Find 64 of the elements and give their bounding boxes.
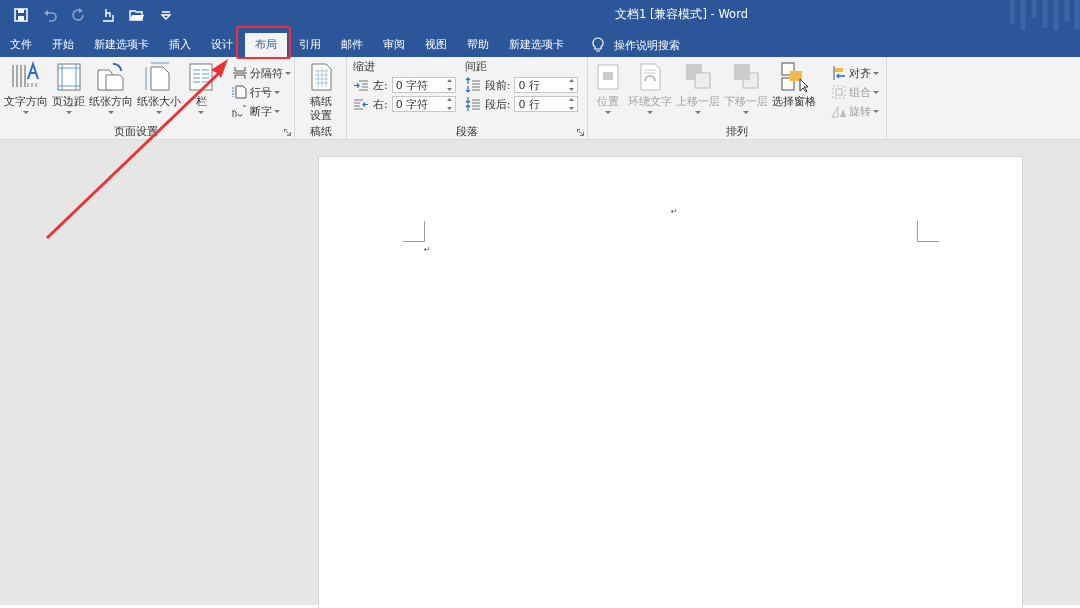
hand-icon[interactable] [100,7,116,23]
group-label: 段落 [456,125,478,139]
ribbon-tab[interactable]: 引用 [289,33,331,57]
spin-arrows-icon [569,78,575,92]
ribbon-button[interactable]: 页边距 [50,60,87,115]
spin-field[interactable]: 0 字符 [391,77,456,93]
lightbulb-icon[interactable] [592,37,604,53]
group-label: 稿纸 [309,125,332,139]
spacing-after-icon [464,96,481,112]
align-icon [831,65,847,81]
indent-right-icon [353,96,369,112]
ribbon-button[interactable]: 对齐 [831,65,879,81]
ribbon-tab[interactable]: 帮助 [457,33,499,57]
dialog-launcher-icon[interactable] [577,129,584,136]
ribbon-button[interactable]: 断字 [232,103,291,119]
tell-me-search[interactable]: 操作说明搜索 [614,37,680,53]
folder-icon[interactable] [129,7,145,23]
field-label: 左: [373,77,388,93]
window-title: 文档1 [兼容模式] - Word [615,7,748,22]
ribbon-tab[interactable]: 布局 [245,33,287,57]
ribbon-tab[interactable]: 视图 [415,33,457,57]
ribbon-tab[interactable]: 文件 [0,33,42,57]
line-numbers-icon [232,84,248,100]
field-label: 段前: [484,77,511,93]
save-icon[interactable] [13,7,29,23]
indent-left-icon [353,77,369,93]
ribbon-button[interactable]: 选择窗格 [770,60,818,108]
group-label: 页面设置 [114,125,158,139]
paragraph-mark: ↵ [424,245,431,254]
paragraph-mark: ↵ [671,207,678,216]
ribbon-tab[interactable]: 新建选项卡 [499,33,574,57]
spin-field[interactable]: 0 行 [514,96,579,112]
ribbon-button[interactable]: 分隔符 [232,65,291,81]
ribbon-tab[interactable]: 邮件 [331,33,373,57]
ribbon-button[interactable]: 纸张方向 [87,60,135,115]
field-label: 右: [373,96,388,112]
ribbon-button[interactable]: 行号 [232,84,291,100]
ribbon-tab[interactable]: 新建选项卡 [84,33,159,57]
margin-corner-mark [917,221,939,242]
dialog-launcher-icon[interactable] [284,129,291,136]
spin-field[interactable]: 0 行 [514,77,579,93]
ribbon-tab[interactable]: 插入 [159,33,201,57]
hyphenation-icon [232,103,248,119]
spin-field[interactable]: 0 字符 [391,96,456,112]
page-orientation-icon [95,61,127,93]
selection-pane-icon [778,61,810,93]
field-label: 段后: [484,96,511,112]
group-icon [831,84,847,100]
margin-corner-mark [403,221,425,242]
ribbon-button[interactable]: 文字方向 [2,60,50,115]
breaks-icon [232,65,248,81]
ribbon-button[interactable]: 稿纸设置 [297,60,345,122]
group-label: 排列 [726,125,748,139]
ribbon-tab[interactable]: 审阅 [373,33,415,57]
spin-arrows-icon [446,78,452,92]
ribbon-tab[interactable]: 设计 [201,33,243,57]
highlight-frame [235,25,292,60]
spin-arrows-icon [569,97,575,111]
ribbon-button[interactable]: 纸张大小 [135,60,183,115]
section-heading: 间距 [464,60,488,74]
ribbon-tab[interactable]: 开始 [42,33,84,57]
spacing-before-icon [464,77,481,93]
section-heading: 缩进 [353,60,376,74]
spin-arrows-icon [446,97,452,111]
